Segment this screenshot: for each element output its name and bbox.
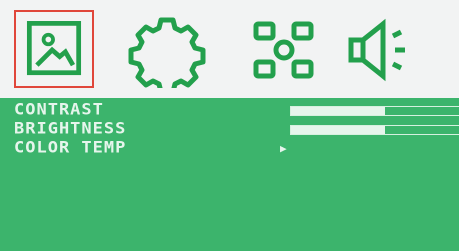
contrast-label: CONTRAST — [14, 100, 104, 120]
tab-picture[interactable] — [14, 10, 94, 88]
menu-item-color-temp[interactable]: COLOR TEMP ▶ — [14, 139, 454, 158]
color-temp-label: COLOR TEMP — [14, 138, 127, 158]
brightness-slider-fill — [291, 126, 385, 134]
layout-icon — [253, 21, 314, 79]
tab-layout[interactable] — [244, 10, 324, 88]
brightness-slider[interactable] — [290, 125, 459, 135]
tab-settings[interactable] — [127, 10, 207, 88]
picture-icon — [26, 21, 82, 76]
tab-audio[interactable] — [343, 10, 423, 88]
contrast-slider-fill — [291, 107, 385, 115]
submenu-arrow-icon: ▶ — [280, 142, 287, 155]
osd-menu-panel: CONTRAST BRIGHTNESS COLOR TEMP ▶ — [0, 98, 459, 251]
contrast-slider[interactable] — [290, 106, 459, 116]
menu-item-brightness[interactable]: BRIGHTNESS — [14, 119, 459, 139]
gear-icon — [128, 17, 206, 88]
monitor-osd: CONTRAST BRIGHTNESS COLOR TEMP ▶ — [0, 0, 459, 251]
brightness-label: BRIGHTNESS — [14, 119, 127, 139]
picture-menu: CONTRAST BRIGHTNESS COLOR TEMP ▶ — [14, 100, 459, 158]
osd-tab-bar — [0, 0, 459, 98]
speaker-icon — [348, 18, 405, 82]
menu-item-contrast[interactable]: CONTRAST — [14, 100, 459, 120]
